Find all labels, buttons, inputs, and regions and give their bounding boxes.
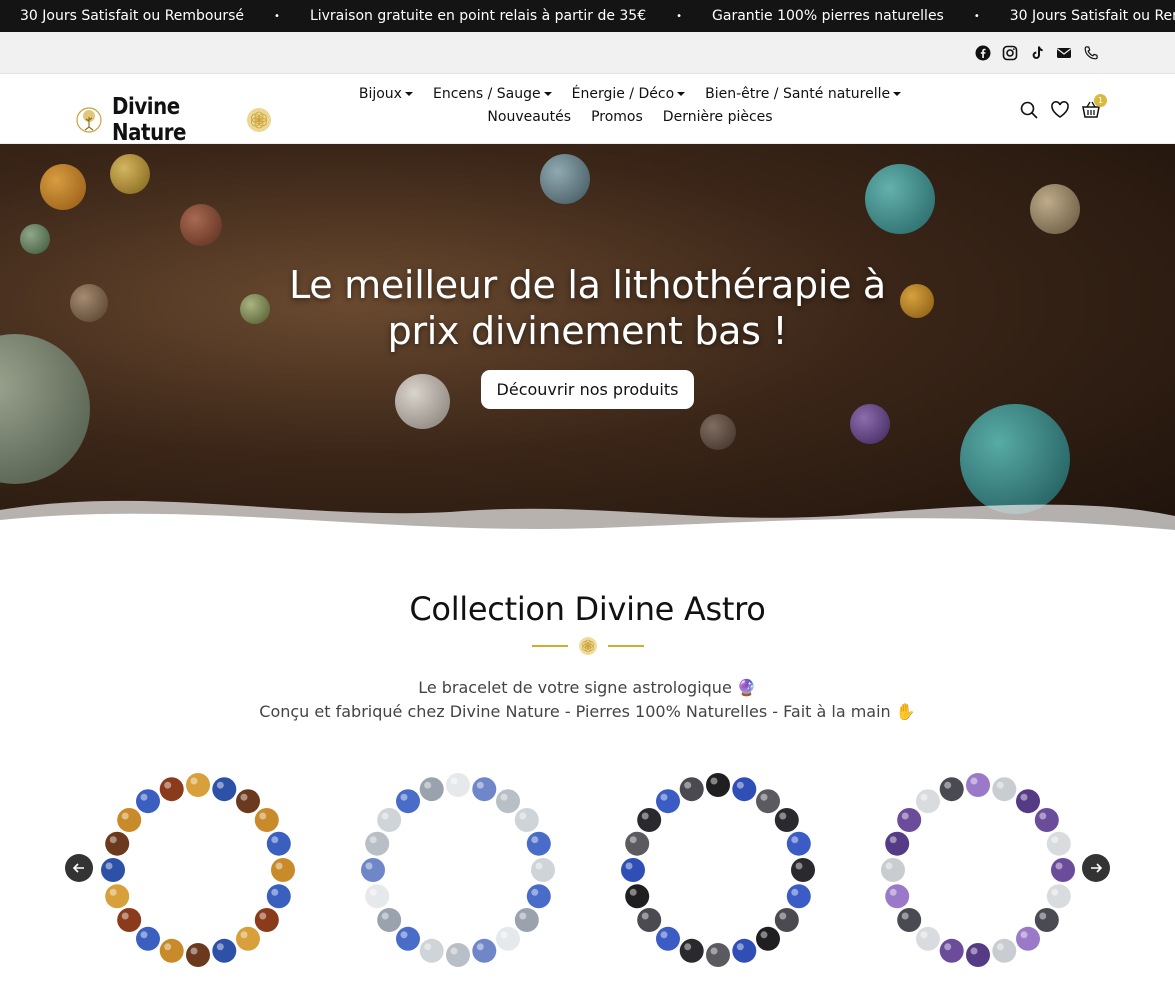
hero-wave-divider <box>0 500 1175 540</box>
ticker-message: Garantie 100% pierres naturelles <box>712 8 944 24</box>
tiktok-icon[interactable] <box>1029 45 1045 61</box>
divider-line <box>531 645 568 647</box>
social-bar <box>0 32 1175 74</box>
hero-content: Le meilleur de la lithothérapie à prix d… <box>0 262 1175 409</box>
ticker-separator: • <box>973 10 980 22</box>
mail-icon[interactable] <box>1056 45 1072 61</box>
heart-icon[interactable] <box>1050 100 1070 120</box>
nav-nouveautes[interactable]: Nouveautés <box>487 109 571 125</box>
hero-banner: Le meilleur de la lithothérapie à prix d… <box>0 144 1175 540</box>
flower-of-life-icon <box>578 637 597 655</box>
logo[interactable]: Divine Nature <box>76 94 272 146</box>
ticker-separator: • <box>274 10 280 22</box>
search-icon[interactable] <box>1019 100 1039 120</box>
ticker-message: 30 Jours Satisfait ou Remboursé <box>1009 8 1175 24</box>
arrow-right-icon <box>1091 863 1103 873</box>
caret-down-icon <box>677 92 686 96</box>
bracelet-image <box>621 773 815 967</box>
ticker-message: 30 Jours Satisfait ou Remboursé <box>20 8 245 24</box>
hero-title: Le meilleur de la lithothérapie à prix d… <box>289 263 886 353</box>
brand-name: Divine Nature <box>112 94 187 146</box>
product-card[interactable] <box>858 750 1098 985</box>
collection-subtitle: Le bracelet de votre signe astrologique … <box>259 678 916 721</box>
ticker-message: Livraison gratuite en point relais à par… <box>309 8 647 24</box>
product-card[interactable] <box>598 750 838 985</box>
caret-down-icon <box>893 92 902 96</box>
divider-line <box>607 645 644 647</box>
nav-dernieres-pieces[interactable]: Dernière pièces <box>663 109 773 125</box>
bracelet-image <box>361 773 555 967</box>
product-card[interactable] <box>338 750 578 985</box>
discover-products-button[interactable]: Découvrir nos produits <box>480 370 695 409</box>
nav-encens-sauge[interactable]: Encens / Sauge <box>433 86 552 102</box>
arrow-left-icon <box>72 863 84 873</box>
caret-down-icon <box>543 92 552 96</box>
nav-bijoux[interactable]: Bijoux <box>359 86 413 102</box>
header-tools: 1 <box>1019 94 1107 120</box>
main-nav: Bijoux Encens / Sauge Énergie / Déco Bie… <box>330 86 930 132</box>
bracelet-image <box>881 773 1075 967</box>
tree-of-life-logo-icon <box>76 107 102 133</box>
product-card[interactable] <box>78 750 318 985</box>
carousel-next-button[interactable] <box>1082 854 1110 882</box>
cart-icon[interactable]: 1 <box>1081 94 1107 120</box>
nav-promos[interactable]: Promos <box>591 109 643 125</box>
facebook-icon[interactable] <box>975 45 991 61</box>
site-header: Divine Nature Bijoux Encens / Sauge Éner… <box>0 74 1175 146</box>
caret-down-icon <box>404 92 413 96</box>
nav-bien-etre[interactable]: Bien-être / Santé naturelle <box>705 86 902 102</box>
ticker-separator: • <box>676 10 683 22</box>
product-carousel <box>0 750 1175 985</box>
announcement-bar: 30 Jours Satisfait ou Remboursé • Livrai… <box>0 0 1175 32</box>
instagram-icon[interactable] <box>1002 45 1018 61</box>
nav-energie-deco[interactable]: Énergie / Déco <box>572 86 686 102</box>
collection-section: Collection Divine Astro Le bracelet de v… <box>0 540 1175 985</box>
bracelet-image <box>101 773 295 967</box>
collection-title: Collection Divine Astro <box>409 590 766 628</box>
carousel-prev-button[interactable] <box>65 854 93 882</box>
flower-of-life-icon <box>247 108 271 132</box>
phone-icon[interactable] <box>1083 45 1099 61</box>
title-divider <box>0 636 1175 656</box>
cart-count-badge: 1 <box>1094 94 1107 107</box>
